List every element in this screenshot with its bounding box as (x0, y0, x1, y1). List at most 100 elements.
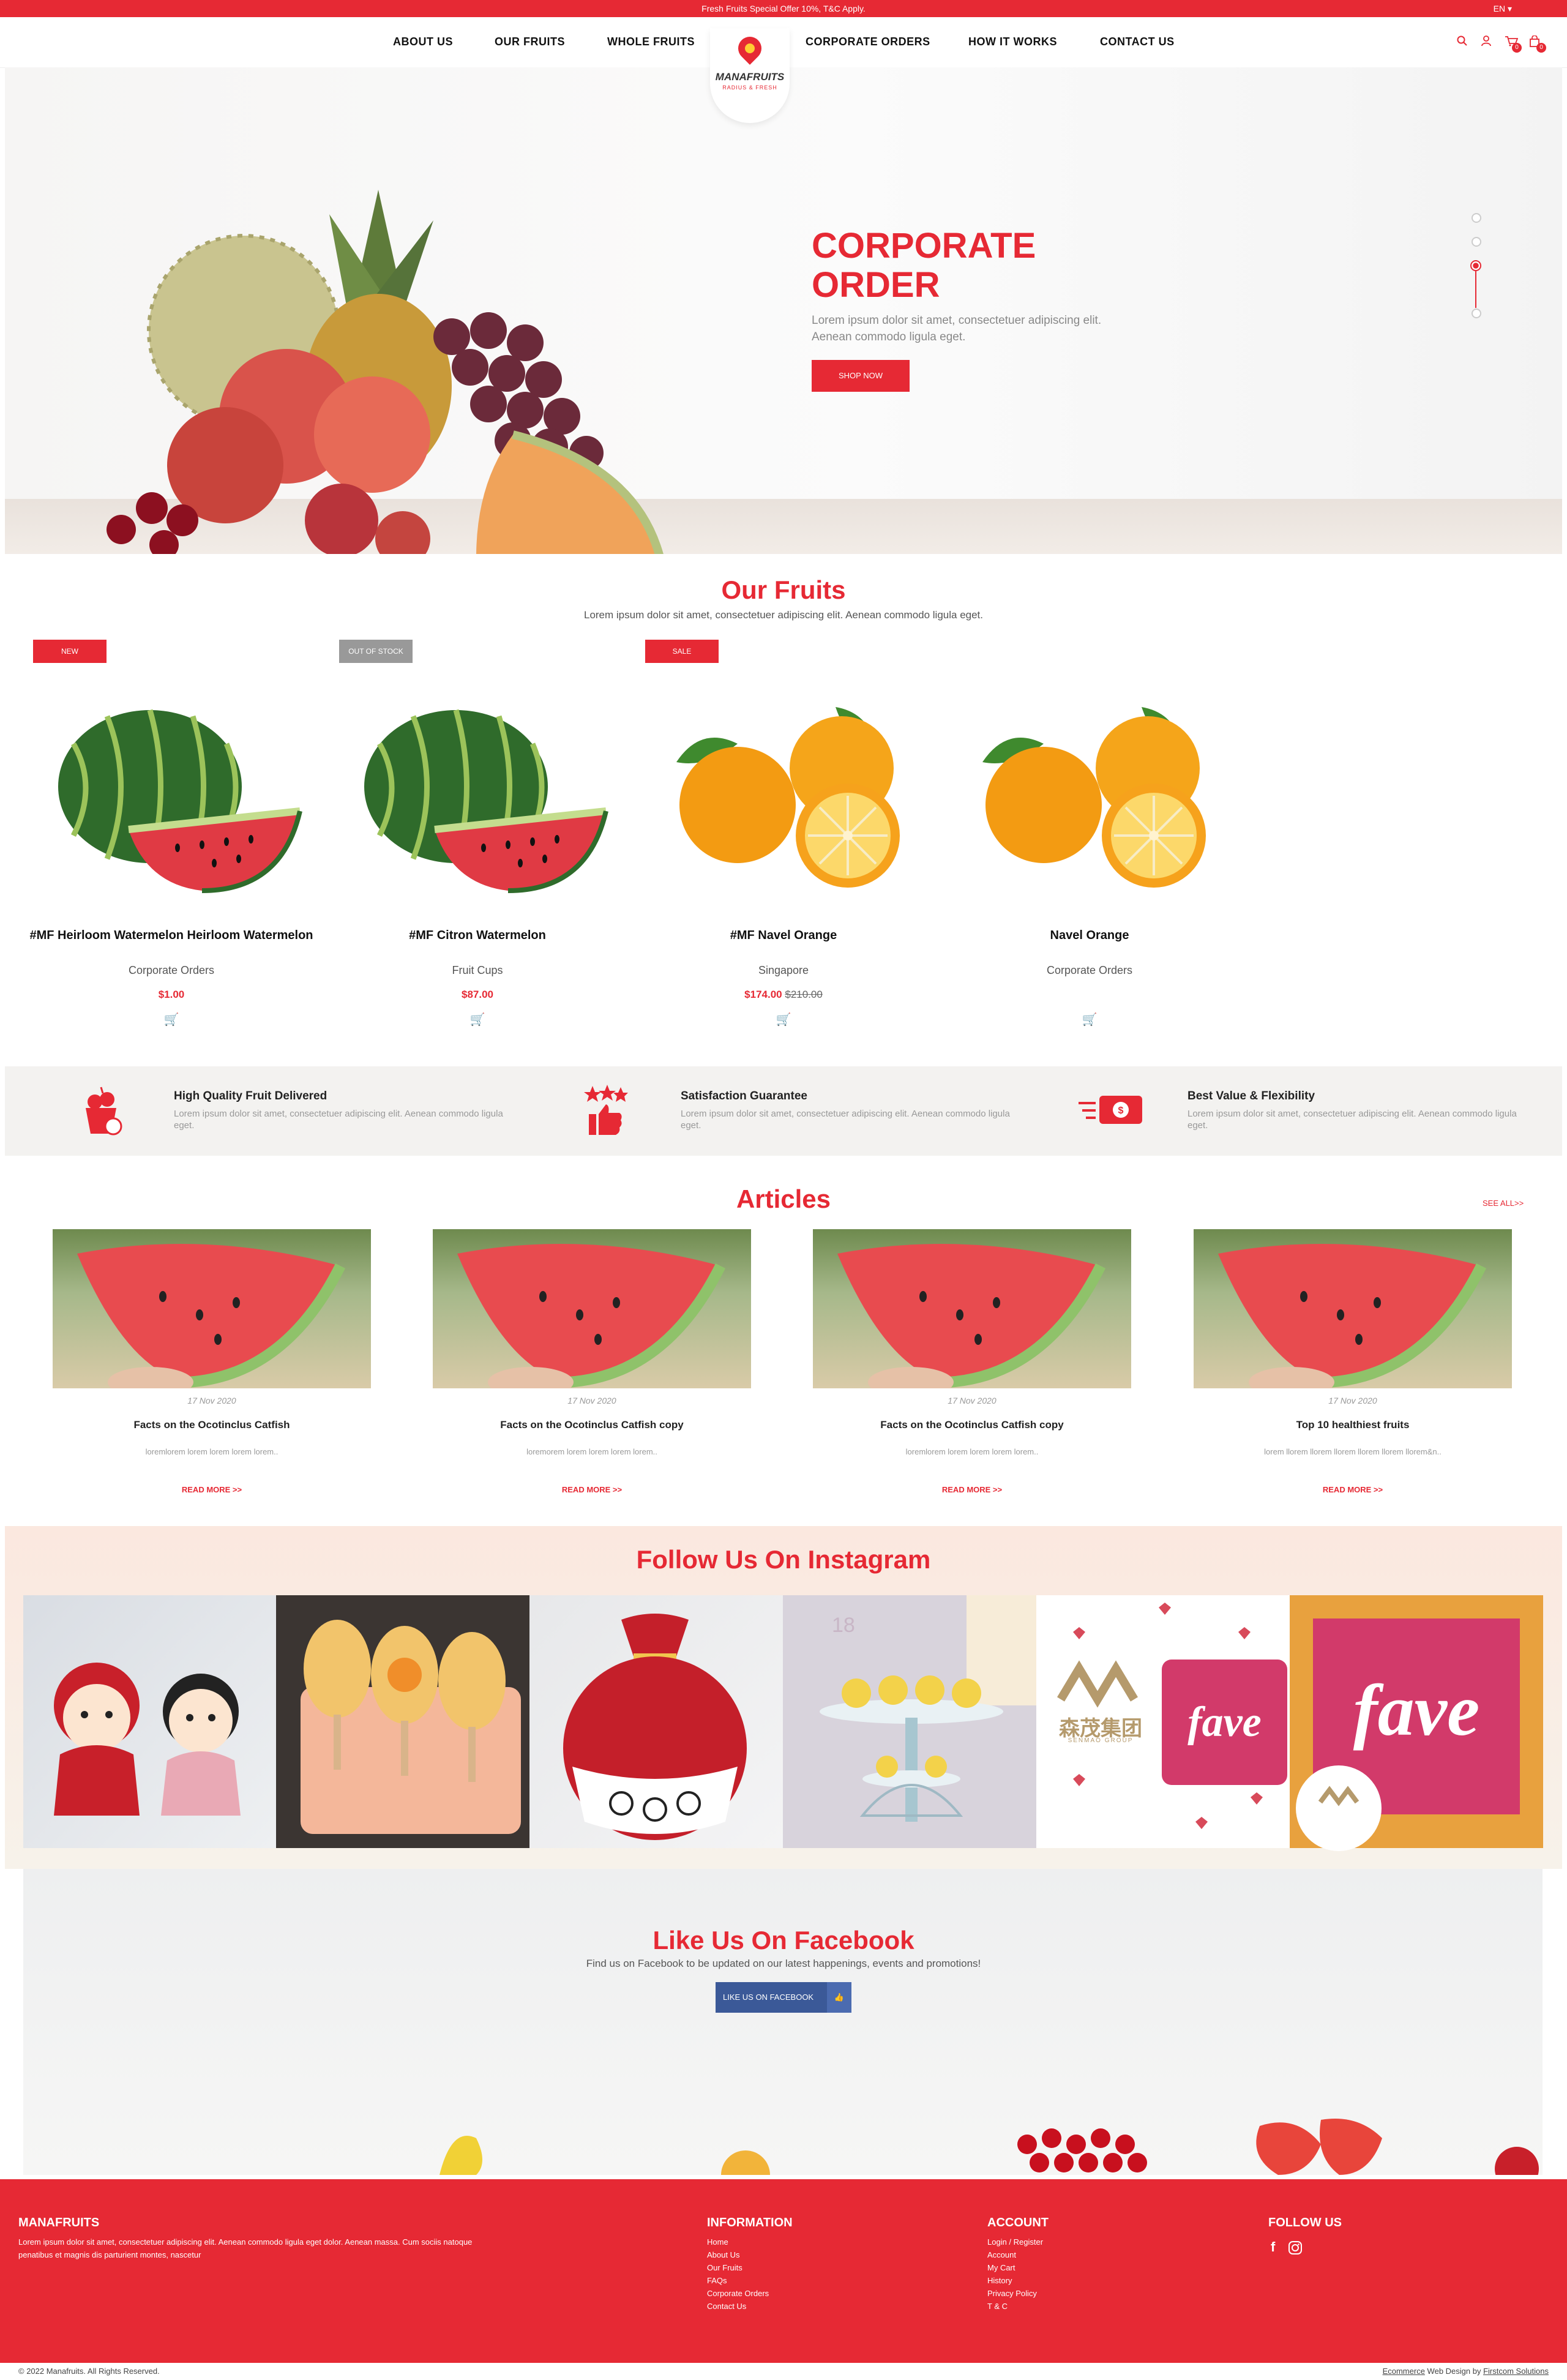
user-icon[interactable] (1481, 36, 1491, 50)
slide-progress-line (1475, 271, 1476, 308)
product-price: $1.00 (158, 989, 185, 1000)
nav-whole-fruits[interactable]: WHOLE FRUITS (607, 36, 695, 48)
tag-new: NEW (33, 640, 107, 663)
footer-link-history[interactable]: History (987, 2274, 1043, 2287)
firstcom-link[interactable]: Firstcom Solutions (1483, 2367, 1549, 2376)
footer-link-corporate[interactable]: Corporate Orders (707, 2287, 769, 2300)
site-logo[interactable]: MANAFRUITS RADIUS & FRESH (710, 28, 790, 123)
slide-dot-3-active[interactable] (1470, 260, 1481, 271)
product-price: $174.00 (744, 989, 782, 1000)
footer-link-login[interactable]: Login / Register (987, 2236, 1043, 2248)
footer-link-about[interactable]: About Us (707, 2248, 769, 2261)
feature-text: Lorem ipsum dolor sit amet, consectetuer… (681, 1109, 1010, 1131)
facebook-title: Like Us On Facebook (653, 1926, 914, 1955)
like-facebook-button[interactable]: LIKE US ON FACEBOOK 👍 (716, 1982, 851, 2013)
add-to-cart-icon[interactable]: 🛒 (324, 1012, 630, 1027)
footer-link-cart[interactable]: My Cart (987, 2261, 1043, 2274)
orange-image (982, 707, 1206, 888)
article-image[interactable] (1194, 1229, 1512, 1388)
product-card[interactable]: Navel Orange Corporate Orders 🛒 (937, 640, 1243, 1031)
article-card[interactable]: 17 Nov 2020 Top 10 healthiest fruits lor… (1194, 1229, 1512, 1511)
article-card[interactable]: 17 Nov 2020 Facts on the Ocotinclus Catf… (53, 1229, 371, 1511)
slide-dot-4[interactable] (1472, 309, 1481, 318)
product-name[interactable]: #MF Navel Orange (630, 929, 937, 943)
nav-our-fruits[interactable]: OUR FRUITS (495, 36, 565, 48)
add-to-cart-icon[interactable]: 🛒 (18, 1012, 324, 1027)
instagram-icon[interactable] (1288, 2240, 1303, 2258)
nav-how-it-works[interactable]: HOW IT WORKS (968, 36, 1057, 48)
senmao-group-logo-en: SENMAO GROUP (1068, 1737, 1134, 1744)
our-fruits-title: Our Fruits (721, 575, 846, 604)
tag-out-of-stock: OUT OF STOCK (339, 640, 413, 663)
footer-brand: MANAFRUITS (18, 2216, 100, 2229)
product-old-price: $210.00 (785, 989, 823, 1000)
read-more-link[interactable]: READ MORE >> (1194, 1485, 1512, 1494)
logo-tagline: RADIUS & FRESH (722, 84, 777, 91)
article-image[interactable] (813, 1229, 1131, 1388)
article-title[interactable]: Facts on the Ocotinclus Catfish copy (813, 1419, 1131, 1431)
slide-dot-2[interactable] (1472, 237, 1481, 247)
slide-dot-1[interactable] (1472, 213, 1481, 223)
instagram-post[interactable]: fave (1290, 1595, 1543, 1851)
instagram-post[interactable] (276, 1595, 529, 1848)
instagram-post[interactable]: 18 (783, 1595, 1036, 1848)
facebook-text: Find us on Facebook to be updated on our… (586, 1958, 981, 1969)
instagram-post[interactable]: 森茂集团 SENMAO GROUP fave (1036, 1595, 1290, 1848)
article-card[interactable]: 17 Nov 2020 Facts on the Ocotinclus Catf… (433, 1229, 751, 1511)
article-image[interactable] (433, 1229, 751, 1388)
ecommerce-link[interactable]: Ecommerce (1383, 2367, 1425, 2376)
feature-text: Lorem ipsum dolor sit amet, consectetuer… (1187, 1109, 1517, 1131)
instagram-post[interactable] (23, 1595, 276, 1848)
add-to-cart-icon[interactable]: 🛒 (937, 1012, 1243, 1027)
footer-link-faqs[interactable]: FAQs (707, 2274, 769, 2287)
footer-link-contact[interactable]: Contact Us (707, 2300, 769, 2313)
credit-text: Ecommerce Web Design by Firstcom Solutio… (1383, 2367, 1549, 2376)
see-all-link[interactable]: SEE ALL>> (1483, 1199, 1524, 1208)
cupcake-stand-image: 18 (783, 1595, 1036, 1848)
add-to-cart-icon[interactable]: 🛒 (630, 1012, 937, 1027)
nav-contact-us[interactable]: CONTACT US (1100, 36, 1175, 48)
product-card[interactable]: SALE #MF Navel Orange Singapore $174.00 … (630, 640, 937, 1031)
couple-cookies-image (54, 1663, 241, 1816)
product-card[interactable]: NEW #MF Heirloom Watermelon Heirloom Wat… (18, 640, 324, 1031)
product-name[interactable]: Navel Orange (937, 929, 1243, 943)
nav-corporate-orders[interactable]: CORPORATE ORDERS (806, 36, 930, 48)
search-icon[interactable] (1457, 36, 1468, 50)
senmao-badge (1296, 1765, 1382, 1851)
read-more-link[interactable]: READ MORE >> (433, 1485, 751, 1494)
instagram-post[interactable] (529, 1595, 783, 1848)
article-image[interactable] (53, 1229, 371, 1388)
footer-link-account[interactable]: Account (987, 2248, 1043, 2261)
site-footer: MANAFRUITS Lorem ipsum dolor sit amet, c… (0, 2179, 1567, 2363)
read-more-link[interactable]: READ MORE >> (813, 1485, 1131, 1494)
article-title[interactable]: Facts on the Ocotinclus Catfish copy (433, 1419, 751, 1431)
articles-title: Articles (736, 1184, 831, 1213)
footer-link-fruits[interactable]: Our Fruits (707, 2261, 769, 2274)
logo-title: MANAFRUITS (715, 71, 785, 83)
article-excerpt: loremlorem lorem lorem lorem lorem.. (905, 1447, 1039, 1456)
article-excerpt: lorem llorem llorem llorem llorem llorem… (1264, 1447, 1442, 1456)
article-title[interactable]: Top 10 healthiest fruits (1194, 1419, 1512, 1431)
product-card[interactable]: OUT OF STOCK #MF Citron Watermelon Fruit… (324, 640, 630, 1031)
article-card[interactable]: 17 Nov 2020 Facts on the Ocotinclus Catf… (813, 1229, 1131, 1511)
footer-link-privacy[interactable]: Privacy Policy (987, 2287, 1043, 2300)
article-title[interactable]: Facts on the Ocotinclus Catfish (53, 1419, 371, 1431)
hero-text: Lorem ipsum dolor sit amet, consectetuer… (812, 314, 1102, 343)
read-more-link[interactable]: READ MORE >> (53, 1485, 371, 1494)
footer-link-tc[interactable]: T & C (987, 2300, 1043, 2313)
promo-bar: Fresh Fruits Special Offer 10%, T&C Appl… (0, 0, 1567, 17)
facebook-icon[interactable]: f (1271, 2239, 1275, 2255)
tag-sale: SALE (645, 640, 719, 663)
product-name[interactable]: #MF Citron Watermelon (324, 929, 630, 943)
language-selector[interactable]: EN ▾ (1494, 4, 1512, 14)
footer-follow-title: FOLLOW US (1268, 2216, 1342, 2229)
fave-logo: fave (1162, 1660, 1287, 1785)
shop-now-button[interactable]: SHOP NOW (812, 360, 910, 392)
product-category: Fruit Cups (452, 964, 503, 976)
footer-link-home[interactable]: Home (707, 2236, 769, 2248)
credit-middle: Web Design by (1424, 2367, 1484, 2376)
feature-title: Satisfaction Guarantee (681, 1090, 807, 1102)
nav-about-us[interactable]: ABOUT US (393, 36, 453, 48)
orange-image (676, 707, 900, 888)
product-name[interactable]: #MF Heirloom Watermelon Heirloom Waterme… (18, 929, 324, 943)
